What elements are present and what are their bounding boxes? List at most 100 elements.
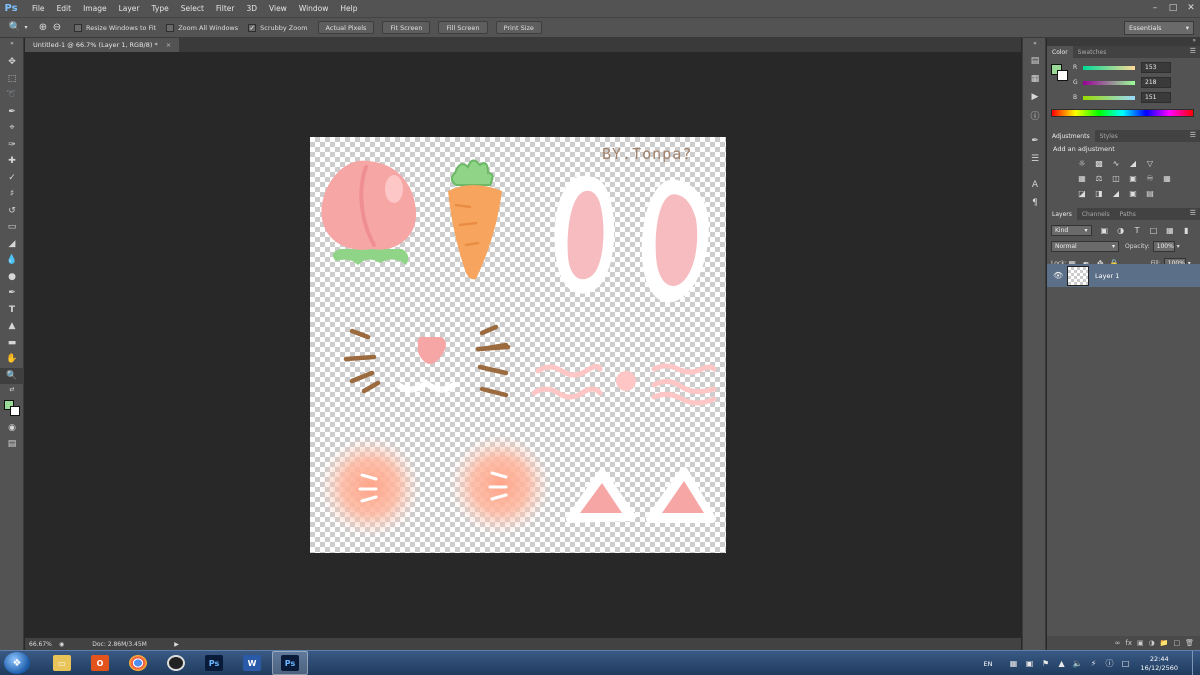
crop-tool-icon[interactable]: ⌖ <box>0 120 24 137</box>
maximize-icon[interactable]: □ <box>1164 0 1182 16</box>
tool-preset-chevron-icon[interactable]: ▾ <box>22 21 30 35</box>
tray-network-icon[interactable]: ▦ <box>1007 657 1021 671</box>
character-panel-icon[interactable]: A <box>1023 176 1047 194</box>
start-button[interactable]: ❖ <box>4 652 30 674</box>
photo-filter-icon[interactable]: ▣ <box>1126 173 1140 185</box>
blue-value-field[interactable]: 151 <box>1141 92 1171 103</box>
taskbar-photoshop-1[interactable]: Ps <box>196 651 232 675</box>
red-value-field[interactable]: 153 <box>1141 62 1171 73</box>
panel-menu-icon[interactable]: ☰ <box>1190 47 1196 55</box>
taskbar-explorer[interactable]: ▭ <box>44 651 80 675</box>
actions-panel-icon[interactable]: ▶ <box>1023 88 1047 106</box>
tray-power-icon[interactable]: ⚡ <box>1087 657 1101 671</box>
filter-smart-object-icon[interactable]: ▦ <box>1163 225 1176 237</box>
menu-edit[interactable]: Edit <box>51 0 78 17</box>
rectangle-tool-icon[interactable]: ▬ <box>0 335 24 352</box>
brightness-contrast-icon[interactable]: ☼ <box>1075 158 1089 170</box>
status-options-icon[interactable]: ◉ <box>59 641 64 648</box>
history-panel-icon[interactable]: ▤ <box>1023 52 1047 70</box>
tab-channels[interactable]: Channels <box>1077 208 1115 220</box>
menu-help[interactable]: Help <box>334 0 363 17</box>
tray-volume-icon[interactable]: 🔈 <box>1071 657 1085 671</box>
zoom-tool-icon[interactable]: 🔍 <box>8 21 22 35</box>
layer-filter-kind-select[interactable]: Kind ▾ <box>1051 225 1092 236</box>
properties-panel-icon[interactable]: ▦ <box>1023 70 1047 88</box>
tray-info-icon[interactable]: ⓘ <box>1103 657 1117 671</box>
print-size-button[interactable]: Print Size <box>495 21 542 34</box>
new-group-icon[interactable]: 📁 <box>1160 639 1169 647</box>
zoom-tool-icon[interactable]: 🔍 <box>0 367 24 384</box>
filter-toggle-icon[interactable]: ▮ <box>1180 225 1193 237</box>
tab-swatches[interactable]: Swatches <box>1073 46 1112 58</box>
link-layers-icon[interactable]: ∞ <box>1115 639 1121 647</box>
eraser-tool-icon[interactable]: ▭ <box>0 219 24 236</box>
hue-saturation-icon[interactable]: ▦ <box>1075 173 1089 185</box>
status-arrow-icon[interactable]: ▶ <box>174 641 179 648</box>
scrubby-zoom-checkbox[interactable]: ✓ Scrubby Zoom <box>248 23 308 32</box>
zoom-level[interactable]: 66.67% <box>29 641 59 648</box>
minimize-icon[interactable]: – <box>1146 0 1164 16</box>
layer-name[interactable]: Layer 1 <box>1095 272 1119 280</box>
green-slider[interactable] <box>1083 80 1135 85</box>
dodge-tool-icon[interactable]: ● <box>0 269 24 286</box>
paragraph-panel-icon[interactable]: ¶ <box>1023 194 1047 212</box>
curves-icon[interactable]: ∿ <box>1109 158 1123 170</box>
screen-mode-icon[interactable]: ▤ <box>0 436 24 453</box>
move-tool-icon[interactable]: ✥ <box>0 54 24 71</box>
quick-mask-icon[interactable]: ◉ <box>0 420 24 437</box>
menu-3d[interactable]: 3D <box>240 0 263 17</box>
new-layer-icon[interactable]: □ <box>1173 639 1180 647</box>
tray-display-icon[interactable]: □ <box>1119 657 1133 671</box>
delete-layer-icon[interactable]: 🗑 <box>1185 639 1194 647</box>
channel-mixer-icon[interactable]: ♾ <box>1143 173 1157 185</box>
marquee-tool-icon[interactable]: ⬚ <box>0 71 24 88</box>
type-tool-icon[interactable]: T <box>0 302 24 319</box>
tab-adjustments[interactable]: Adjustments <box>1047 130 1095 142</box>
opacity-field[interactable]: 100% <box>1152 241 1175 252</box>
info-panel-icon[interactable]: ⓘ <box>1023 106 1047 124</box>
canvas-area[interactable]: BY.Tonpa? <box>25 52 1021 638</box>
document-tab[interactable]: Untitled-1 @ 66.7% (Layer 1, RGB/8) * × <box>25 38 180 52</box>
levels-icon[interactable]: ▩ <box>1092 158 1106 170</box>
selective-color-icon[interactable]: ▣ <box>1126 188 1140 200</box>
healing-brush-tool-icon[interactable]: ✚ <box>0 153 24 170</box>
panel-menu-icon[interactable]: ☰ <box>1190 131 1196 139</box>
actual-pixels-button[interactable]: Actual Pixels <box>317 21 375 34</box>
green-value-field[interactable]: 218 <box>1141 77 1171 88</box>
history-brush-tool-icon[interactable]: ↺ <box>0 203 24 220</box>
filter-pixel-icon[interactable]: ▣ <box>1098 225 1111 237</box>
menu-window[interactable]: Window <box>293 0 335 17</box>
path-selection-tool-icon[interactable]: ▲ <box>0 318 24 335</box>
menu-image[interactable]: Image <box>77 0 113 17</box>
color-spectrum-ramp[interactable] <box>1051 109 1194 117</box>
close-tab-icon[interactable]: × <box>166 41 171 49</box>
menu-layer[interactable]: Layer <box>113 0 146 17</box>
swap-colors-icon[interactable]: ⇄ <box>0 384 24 394</box>
exposure-icon[interactable]: ◢ <box>1126 158 1140 170</box>
blue-slider[interactable] <box>1083 95 1135 100</box>
layer-style-icon[interactable]: fx <box>1125 639 1132 647</box>
taskbar-office[interactable]: O <box>82 651 118 675</box>
new-adjustment-icon[interactable]: ◑ <box>1149 639 1155 647</box>
color-balance-icon[interactable]: ⚖ <box>1092 173 1106 185</box>
blend-mode-select[interactable]: Normal ▾ <box>1051 241 1119 252</box>
layer-row-layer-1[interactable]: 👁 Layer 1 <box>1047 264 1200 287</box>
collapse-dock-icon[interactable]: » <box>1192 37 1196 44</box>
taskbar-clock[interactable]: 22:44 16/12/2560 <box>1141 655 1178 673</box>
color-bg-swatch[interactable] <box>1057 70 1068 81</box>
collapse-panel-icon[interactable]: » <box>0 38 24 48</box>
brush-tool-icon[interactable]: ✓ <box>0 170 24 187</box>
menu-file[interactable]: File <box>26 0 51 17</box>
tray-signal-icon[interactable]: ▲ <box>1055 657 1069 671</box>
filter-type-icon[interactable]: T <box>1130 225 1143 237</box>
gradient-map-icon[interactable]: ▤ <box>1143 188 1157 200</box>
threshold-icon[interactable]: ◢ <box>1109 188 1123 200</box>
brush-presets-panel-icon[interactable]: ✒ <box>1023 132 1047 150</box>
eyedropper-tool-icon[interactable]: ✑ <box>0 137 24 154</box>
gradient-tool-icon[interactable]: ◢ <box>0 236 24 253</box>
zoom-all-windows-checkbox[interactable]: Zoom All Windows <box>166 23 238 32</box>
tab-styles[interactable]: Styles <box>1095 130 1123 142</box>
menu-view[interactable]: View <box>263 0 293 17</box>
close-icon[interactable]: ✕ <box>1182 0 1200 16</box>
black-white-icon[interactable]: ◫ <box>1109 173 1123 185</box>
